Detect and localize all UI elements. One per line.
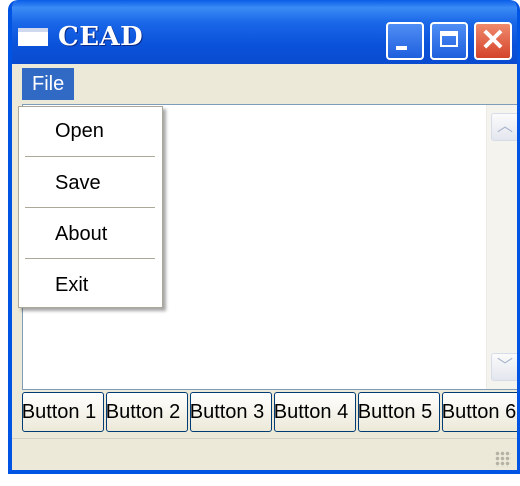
status-bar xyxy=(12,438,517,470)
button-4[interactable]: Button 4 xyxy=(274,392,356,432)
vertical-scrollbar[interactable]: ︿ ﹀ xyxy=(486,105,517,389)
chevron-up-icon: ︿ xyxy=(496,118,513,135)
minimize-icon xyxy=(396,46,407,50)
maximize-button[interactable] xyxy=(430,22,468,60)
close-icon: ✕ xyxy=(480,24,506,57)
chevron-down-icon: ﹀ xyxy=(496,358,513,375)
scroll-up-button[interactable]: ︿ xyxy=(491,113,517,141)
resize-grip-icon[interactable] xyxy=(495,451,511,467)
window-icon xyxy=(18,28,48,46)
minimize-button[interactable] xyxy=(386,22,424,60)
menu-item-exit[interactable]: Exit xyxy=(19,265,162,305)
maximize-icon xyxy=(440,31,458,47)
menu-separator xyxy=(25,258,155,259)
button-1[interactable]: Button 1 xyxy=(22,392,104,432)
menu-separator xyxy=(25,207,155,208)
button-row: Button 1 Button 2 Button 3 Button 4 Butt… xyxy=(22,392,517,436)
scroll-down-button[interactable]: ﹀ xyxy=(491,353,517,381)
title-bar[interactable]: CEAD ✕ xyxy=(12,0,517,64)
button-2[interactable]: Button 2 xyxy=(106,392,188,432)
button-3[interactable]: Button 3 xyxy=(190,392,272,432)
menu-separator xyxy=(25,156,155,157)
menu-item-about[interactable]: About xyxy=(19,214,162,254)
file-menu-dropdown: Open Save About Exit xyxy=(18,106,163,308)
button-6[interactable]: Button 6 xyxy=(442,392,517,432)
window-title: CEAD xyxy=(58,22,144,52)
close-button[interactable]: ✕ xyxy=(474,22,512,60)
menu-item-save[interactable]: Save xyxy=(19,163,162,203)
menu-item-open[interactable]: Open xyxy=(19,111,162,151)
menu-bar: File xyxy=(12,64,517,102)
menu-file[interactable]: File xyxy=(22,68,75,100)
button-5[interactable]: Button 5 xyxy=(358,392,440,432)
